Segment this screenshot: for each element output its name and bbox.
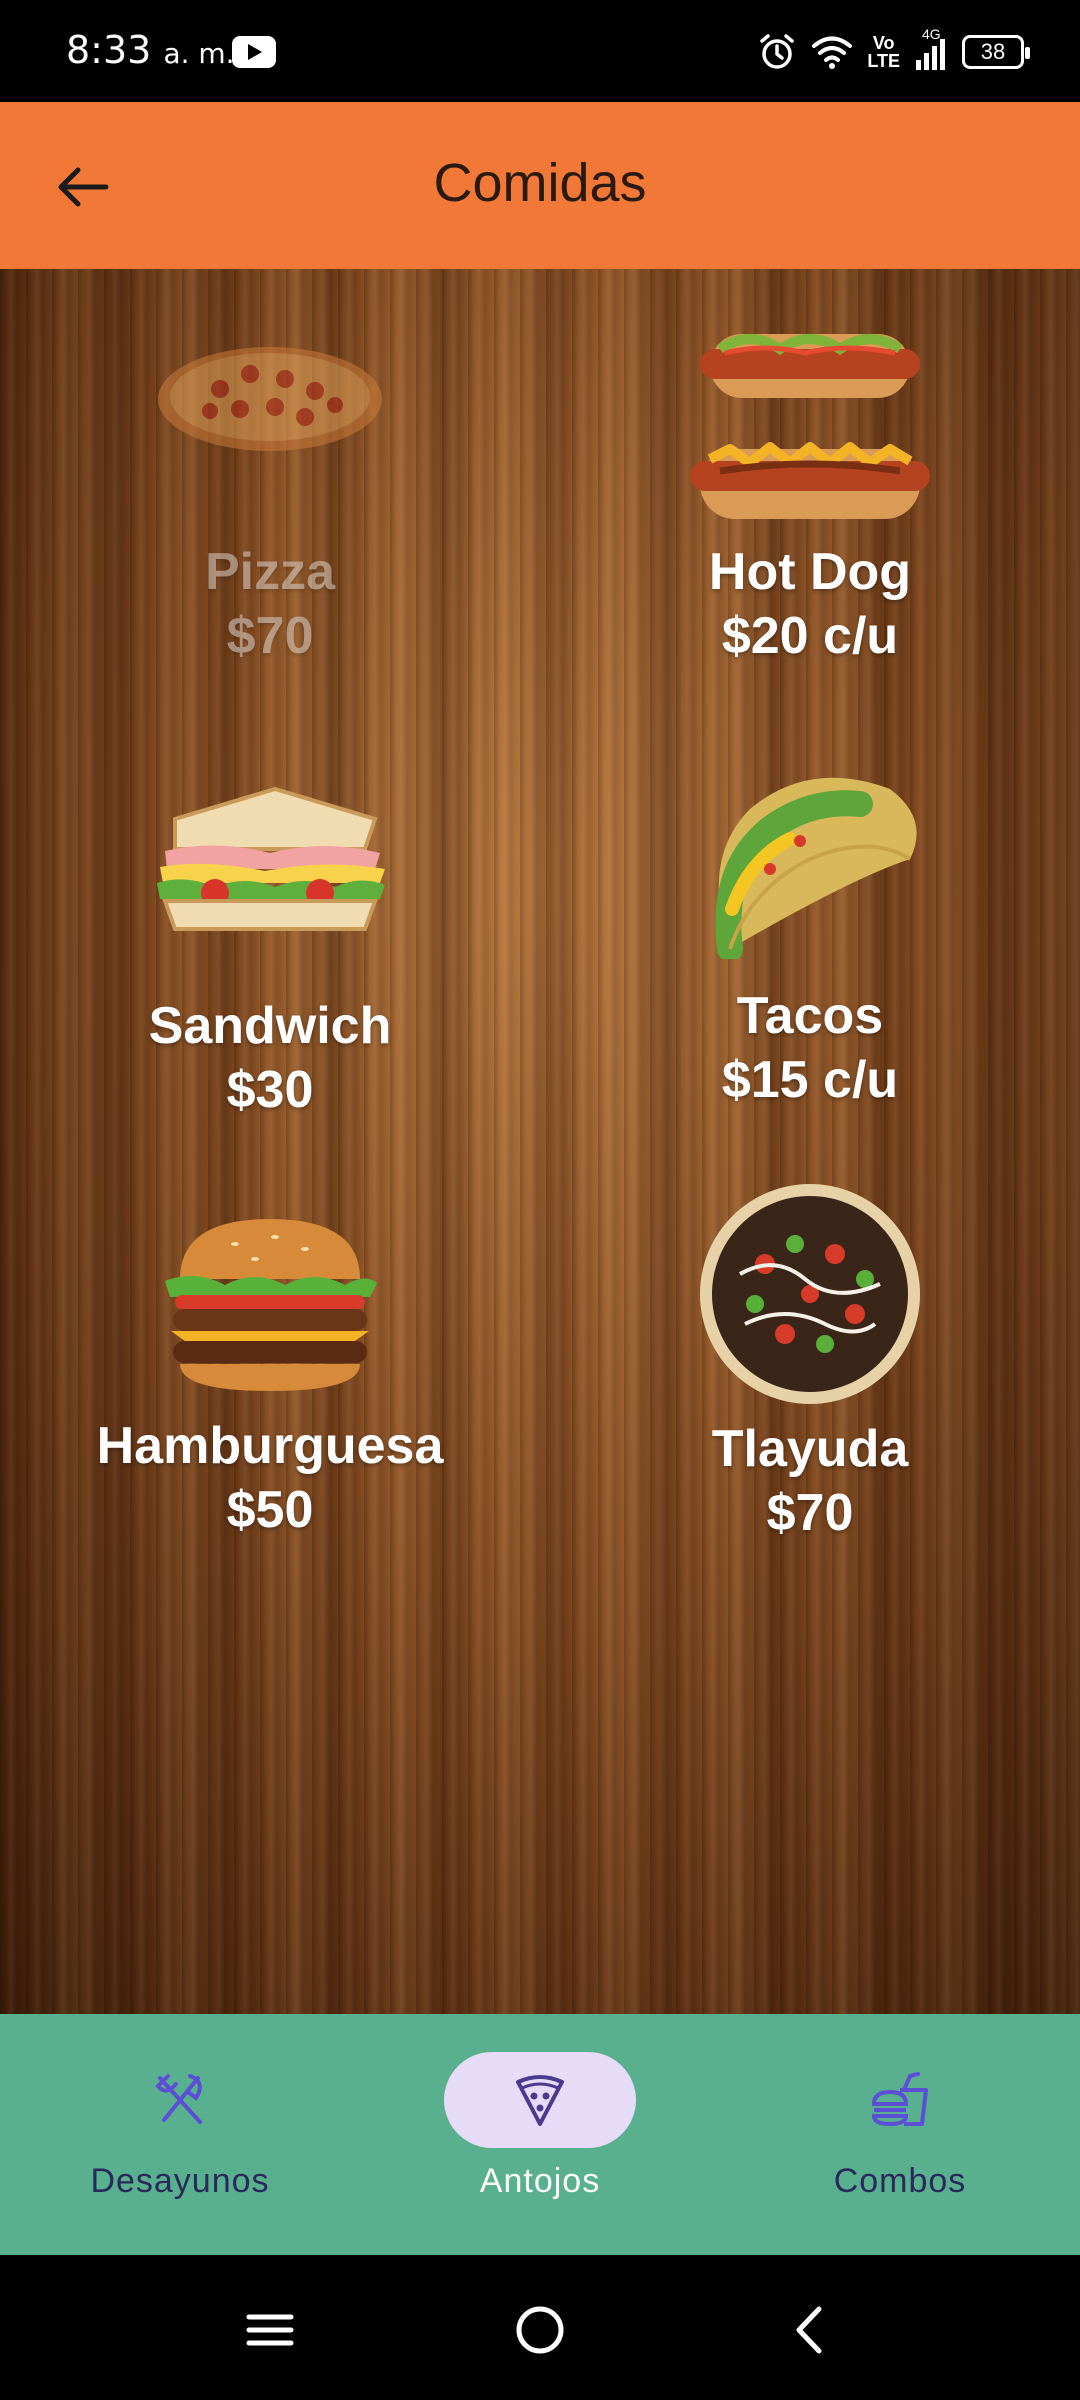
volte-top: Vo [872,33,895,53]
item-name: Sandwich [148,997,392,1055]
item-price: $20 c/u [721,607,899,665]
sandwich-image [157,786,385,931]
item-name: Tacos [736,987,884,1045]
signal-icon: 4G [914,26,948,72]
bottom-navigation: Desayunos Antojos Combos [0,2014,1080,2255]
back-chevron-icon[interactable] [775,2295,845,2365]
item-price: $50 [226,1481,314,1539]
menu-item-hamburguesa[interactable]: Hamburguesa $50 [0,1209,540,1542]
item-name: Hamburguesa [96,1417,444,1475]
menu-item-hot-dog[interactable]: Hot Dog $20 c/u [540,309,1080,668]
item-name: Pizza [204,543,336,601]
youtube-notification-icon [232,36,276,68]
status-bar: 8:33 a. m. Vo LTE 4G 38 [0,0,1080,102]
taco-image [715,777,917,962]
nav-label: Antojos [479,2162,601,2200]
nav-label: Desayunos [90,2162,270,2200]
wifi-icon [812,36,853,69]
home-circle-icon[interactable] [505,2295,575,2365]
system-navigation-bar [0,2255,1080,2400]
menu-item-pizza[interactable]: Pizza $70 [0,329,540,668]
item-price: $70 [226,607,314,665]
menu-grid: Pizza $70 Hot Dog $20 c/u Sandwich $30 T… [0,269,1080,2014]
nav-item-combos[interactable]: Combos [720,2014,1080,2255]
menu-item-tacos[interactable]: Tacos $15 c/u [540,759,1080,1112]
status-icons: Vo LTE 4G 38 [757,26,1030,78]
status-ampm: a. m. [163,37,235,70]
status-time: 8:33 a. m. [66,28,235,72]
status-clock: 8:33 [66,28,152,72]
hot-dog-image [690,334,930,519]
fork-knife-icon [155,2074,202,2124]
nav-label: Combos [833,2162,967,2200]
pizza-image [158,347,382,451]
hamburger-image [165,1219,377,1391]
page-title: Comidas [433,153,647,213]
menu-item-sandwich[interactable]: Sandwich $30 [0,779,540,1122]
tlayuda-image [700,1184,920,1404]
item-price: $30 [226,1061,314,1119]
volte-bottom: LTE [867,51,900,71]
menu-item-tlayuda[interactable]: Tlayuda $70 [540,1184,1080,1545]
alarm-icon [760,34,795,69]
pizza-slice-icon [516,2075,564,2126]
burger-drink-icon [871,2072,928,2127]
recents-menu-icon[interactable] [235,2295,305,2365]
nav-item-antojos[interactable]: Antojos [360,2014,720,2255]
app-bar: Comidas [0,102,1080,269]
item-name: Hot Dog [708,543,912,601]
nav-item-desayunos[interactable]: Desayunos [0,2014,360,2255]
item-name: Tlayuda [711,1420,909,1478]
item-price: $15 c/u [721,1051,899,1109]
volte-indicator: Vo LTE [867,34,900,70]
item-price: $70 [766,1484,854,1542]
battery-indicator: 38 [962,35,1030,69]
